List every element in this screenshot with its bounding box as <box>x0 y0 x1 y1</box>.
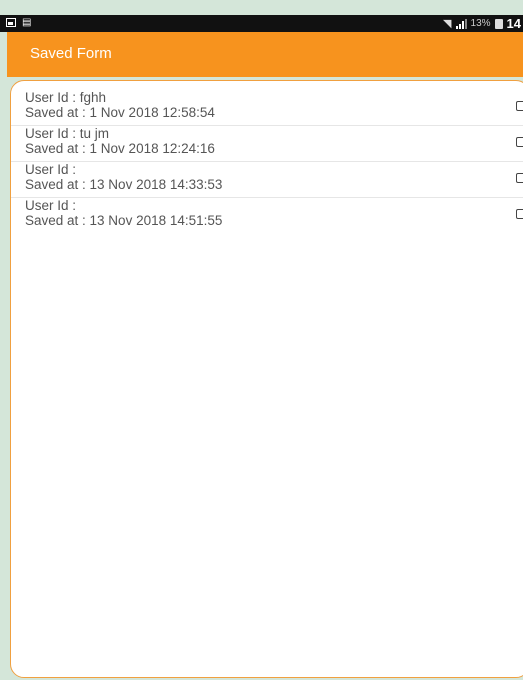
saved-forms-list: User Id : fghh Saved at : 1 Nov 2018 12:… <box>11 90 523 234</box>
user-id-label: User Id : tu jm <box>25 126 110 141</box>
notification-icons: ▤ <box>6 17 31 28</box>
user-id-label: User Id : fghh <box>25 90 107 105</box>
saved-at-label: Saved at : 13 Nov 2018 14:51:55 <box>25 213 223 228</box>
saved-forms-panel: User Id : fghh Saved at : 1 Nov 2018 12:… <box>10 80 523 678</box>
document-notification-icon: ▤ <box>22 17 32 28</box>
list-item[interactable]: User Id : fghh Saved at : 1 Nov 2018 12:… <box>11 90 523 126</box>
battery-icon <box>494 18 503 29</box>
signal-icon <box>455 18 467 29</box>
list-item[interactable]: User Id : Saved at : 13 Nov 2018 14:51:5… <box>11 198 523 234</box>
battery-percent: 13% <box>470 18 491 29</box>
saved-at-label: Saved at : 1 Nov 2018 12:24:16 <box>25 141 215 156</box>
app-screen: ▤ ◥ 13% 14 Saved Form User Id : fghh Sav… <box>0 0 523 680</box>
list-item-text: User Id : tu jm Saved at : 1 Nov 2018 12… <box>25 126 215 156</box>
select-checkbox[interactable] <box>516 209 523 219</box>
select-checkbox[interactable] <box>516 101 523 111</box>
status-bar: ▤ ◥ 13% 14 <box>0 15 523 32</box>
list-item-text: User Id : Saved at : 13 Nov 2018 14:33:5… <box>25 162 222 192</box>
list-item-text: User Id : Saved at : 13 Nov 2018 14:51:5… <box>25 198 222 228</box>
system-status: ◥ 13% 14 <box>443 15 521 32</box>
saved-at-label: Saved at : 1 Nov 2018 12:58:54 <box>25 105 215 120</box>
list-item[interactable]: User Id : tu jm Saved at : 1 Nov 2018 12… <box>11 126 523 162</box>
image-notification-icon <box>6 18 16 27</box>
clock: 14 <box>506 16 521 31</box>
app-bar: Saved Form <box>7 32 523 77</box>
user-id-label: User Id : <box>25 162 77 177</box>
user-id-label: User Id : <box>25 198 77 213</box>
saved-at-label: Saved at : 13 Nov 2018 14:33:53 <box>25 177 223 192</box>
page-title: Saved Form <box>30 45 112 62</box>
wifi-icon: ◥ <box>443 18 452 30</box>
list-item-text: User Id : fghh Saved at : 1 Nov 2018 12:… <box>25 90 215 120</box>
select-checkbox[interactable] <box>516 173 523 183</box>
select-checkbox[interactable] <box>516 137 523 147</box>
list-item[interactable]: User Id : Saved at : 13 Nov 2018 14:33:5… <box>11 162 523 198</box>
